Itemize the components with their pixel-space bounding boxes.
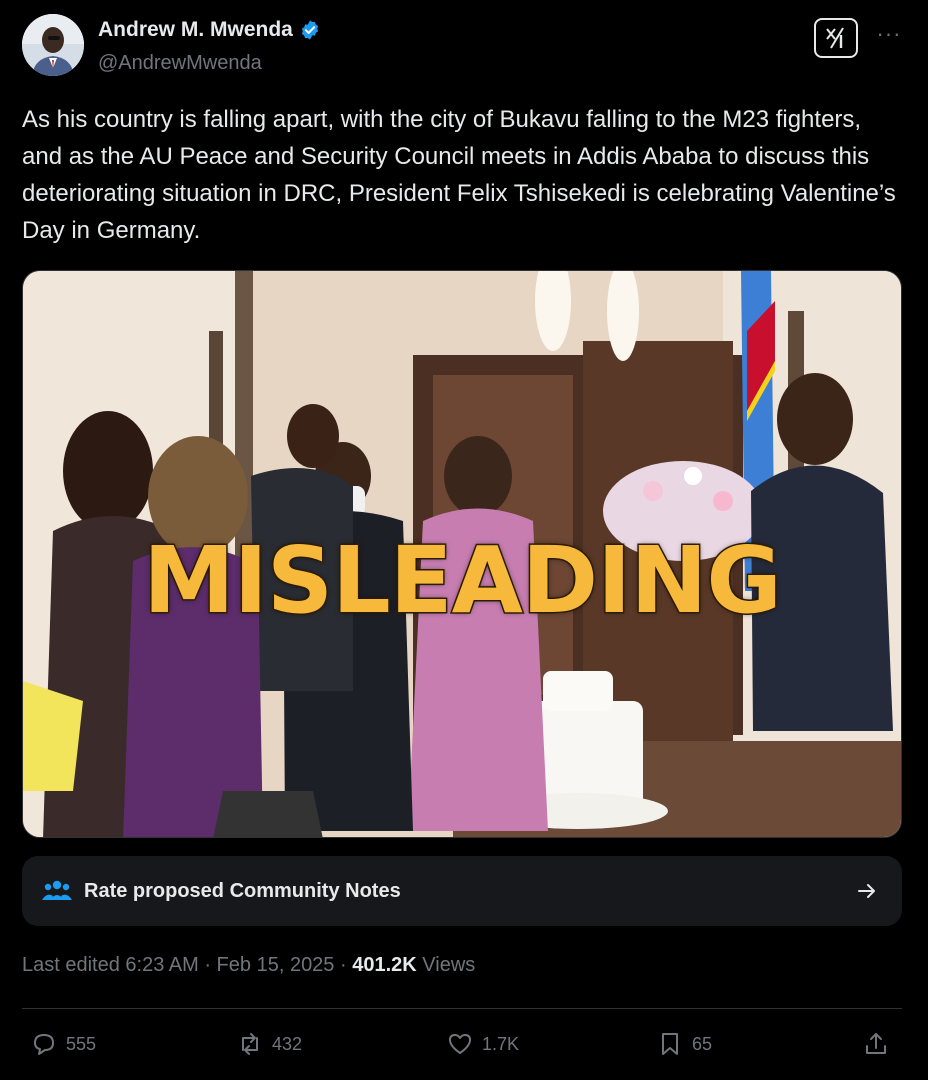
arrow-right-icon	[858, 884, 875, 898]
bookmark-icon	[662, 1033, 678, 1055]
repost-count: 432	[272, 1033, 303, 1054]
grok-icon	[826, 27, 844, 49]
reply-count: 555	[66, 1033, 97, 1054]
tweet-text: As his country is falling apart, with th…	[22, 106, 896, 244]
edited-timestamp[interactable]: Last edited 6:23 AM · Feb 15, 2025 ·	[22, 954, 352, 976]
repost-icon	[242, 1033, 258, 1055]
avatar-image	[22, 14, 84, 76]
grok-button[interactable]	[814, 18, 858, 58]
divider	[22, 1008, 902, 1009]
author-name-text: Andrew M. Mwenda	[98, 18, 293, 41]
author-handle[interactable]: @AndrewMwenda	[98, 52, 262, 75]
like-button[interactable]: 1.7K	[446, 1030, 519, 1058]
bookmark-count: 65	[692, 1033, 713, 1054]
reply-button[interactable]: 555	[30, 1030, 96, 1058]
share-button[interactable]	[862, 1030, 890, 1058]
verified-badge-icon	[301, 20, 318, 40]
action-bar: 555 432 1.7K 65	[0, 1030, 928, 1064]
author-avatar[interactable]	[22, 14, 84, 76]
like-count: 1.7K	[482, 1033, 520, 1054]
more-icon: ···	[876, 21, 902, 46]
tweet-media[interactable]: MISLEADING	[22, 270, 902, 838]
more-options-button[interactable]: ···	[872, 22, 906, 52]
share-icon	[866, 1033, 886, 1054]
bookmark-button[interactable]: 65	[656, 1030, 712, 1058]
author-name[interactable]: Andrew M. Mwenda	[98, 18, 321, 42]
views-label: Views	[416, 954, 476, 976]
reply-icon	[34, 1034, 54, 1055]
repost-button[interactable]: 432	[236, 1030, 302, 1058]
community-notes-label: Rate proposed Community Notes	[84, 879, 401, 902]
views-count: 401.2K	[352, 954, 417, 976]
tweet-meta: Last edited 6:23 AM · Feb 15, 2025 · 401…	[22, 954, 475, 977]
misleading-overlay: MISLEADING	[142, 526, 784, 636]
people-icon	[42, 880, 72, 900]
community-notes-button[interactable]: Rate proposed Community Notes	[22, 856, 902, 926]
heart-icon	[449, 1034, 471, 1054]
